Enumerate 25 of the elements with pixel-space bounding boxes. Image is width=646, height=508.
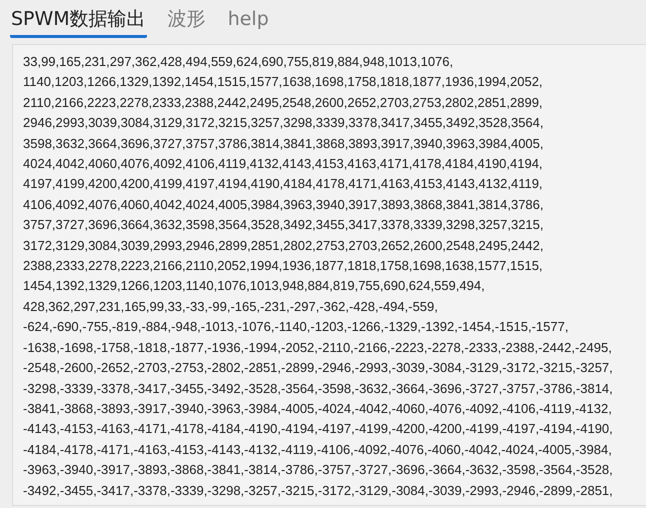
tab[interactable]: help (226, 6, 270, 38)
tab[interactable]: SPWM数据输出 (10, 6, 147, 38)
data-line: 4024,4042,4060,4076,4092,4106,4119,4132,4143,4153,4163,4171,4178,4184,4190,4194, (23, 155, 543, 174)
data-line: 2946,2993,3039,3084,3129,3172,3215,3257,3298,3339,3378,3417,3455,3492,3528,3564, (23, 114, 544, 132)
data-line: 3172,3129,3084,3039,2993,2946,2899,2851,2802,2753,2703,2652,2600,2548,2495,2442, (23, 236, 544, 255)
data-line: 4106,4092,4076,4060,4042,4024,4005,3984,3963,3940,3917,3893,3868,3841,3814,3786, (23, 196, 544, 214)
tab[interactable]: 波形 (166, 6, 207, 38)
data-line: 33,99,165,231,297,362,428,494,559,624,690,755,819,884,948,1013,1076, (23, 53, 454, 71)
data-line: 428,362,297,231,165,99,33,-33,-99,-165,-231,-297,-362,-428,-494,-559, (23, 298, 438, 316)
data-line: -4143,-4153,-4163,-4171,-4178,-4184,-4190,-4194,-4197,-4199,-4200,-4200,-4199,-4197,-4194,-4190, (23, 420, 613, 438)
data-line: -3963,-3940,-3917,-3893,-3868,-3841,-3814,-3786,-3757,-3727,-3696,-3664,-3632,-3598,-3564,-3528, (23, 461, 613, 480)
data-line: -4184,-4178,-4171,-4163,-4153,-4143,-4132,-4119,-4106,-4092,-4076,-4060,-4042,-4024,-4005,-3984, (23, 440, 612, 459)
data-line: 4197,4199,4200,4200,4199,4197,4194,4190,4184,4178,4171,4163,4153,4143,4132,4119, (23, 175, 543, 194)
data-line: -3492,-3455,-3417,-3378,-3339,-3298,-3257,-3215,-3172,-3129,-3084,-3039,-2993,-2946,-2899,-2851, (23, 482, 613, 500)
data-line: -3841,-3868,-3893,-3917,-3940,-3963,-3984,-4005,-4024,-4042,-4060,-4076,-4092,-4106,-4119,-4132, (23, 400, 612, 418)
data-line: 1454,1392,1329,1266,1203,1140,1076,1013,948,884,819,755,690,624,559,494, (23, 277, 485, 296)
data-line: -3298,-3339,-3378,-3417,-3455,-3492,-3528,-3564,-3598,-3632,-3664,-3696,-3727,-3757,-3786,-3814, (23, 380, 613, 398)
data-line: -624,-690,-755,-819,-884,-948,-1013,-1076,-1140,-1203,-1266,-1329,-1392,-1454,-1515,-1577, (23, 318, 568, 336)
data-line: 3598,3632,3664,3696,3727,3757,3786,3814,3841,3868,3893,3917,3940,3963,3984,4005, (23, 134, 544, 153)
data-line: 2388,2333,2278,2223,2166,2110,2052,1994,1936,1877,1818,1758,1698,1638,1577,1515, (23, 257, 543, 276)
data-line: -2548,-2600,-2652,-2703,-2753,-2802,-2851,-2899,-2946,-2993,-3039,-3084,-3129,-3172,-3215,-3257, (23, 359, 613, 378)
data-line: 3757,3727,3696,3664,3632,3598,3564,3528,3492,3455,3417,3378,3339,3298,3257,3215, (23, 216, 544, 234)
data-line: 2110,2166,2223,2278,2333,2388,2442,2495,2548,2600,2652,2703,2753,2802,2851,2899, (23, 94, 543, 112)
data-line: -1638,-1698,-1758,-1818,-1877,-1936,-1994,-2052,-2110,-2166,-2223,-2278,-2333,-2388,-2442,-2495, (23, 338, 612, 357)
data-line: 1140,1203,1266,1329,1392,1454,1515,1577,1638,1698,1758,1818,1877,1936,1994,2052, (23, 73, 543, 92)
